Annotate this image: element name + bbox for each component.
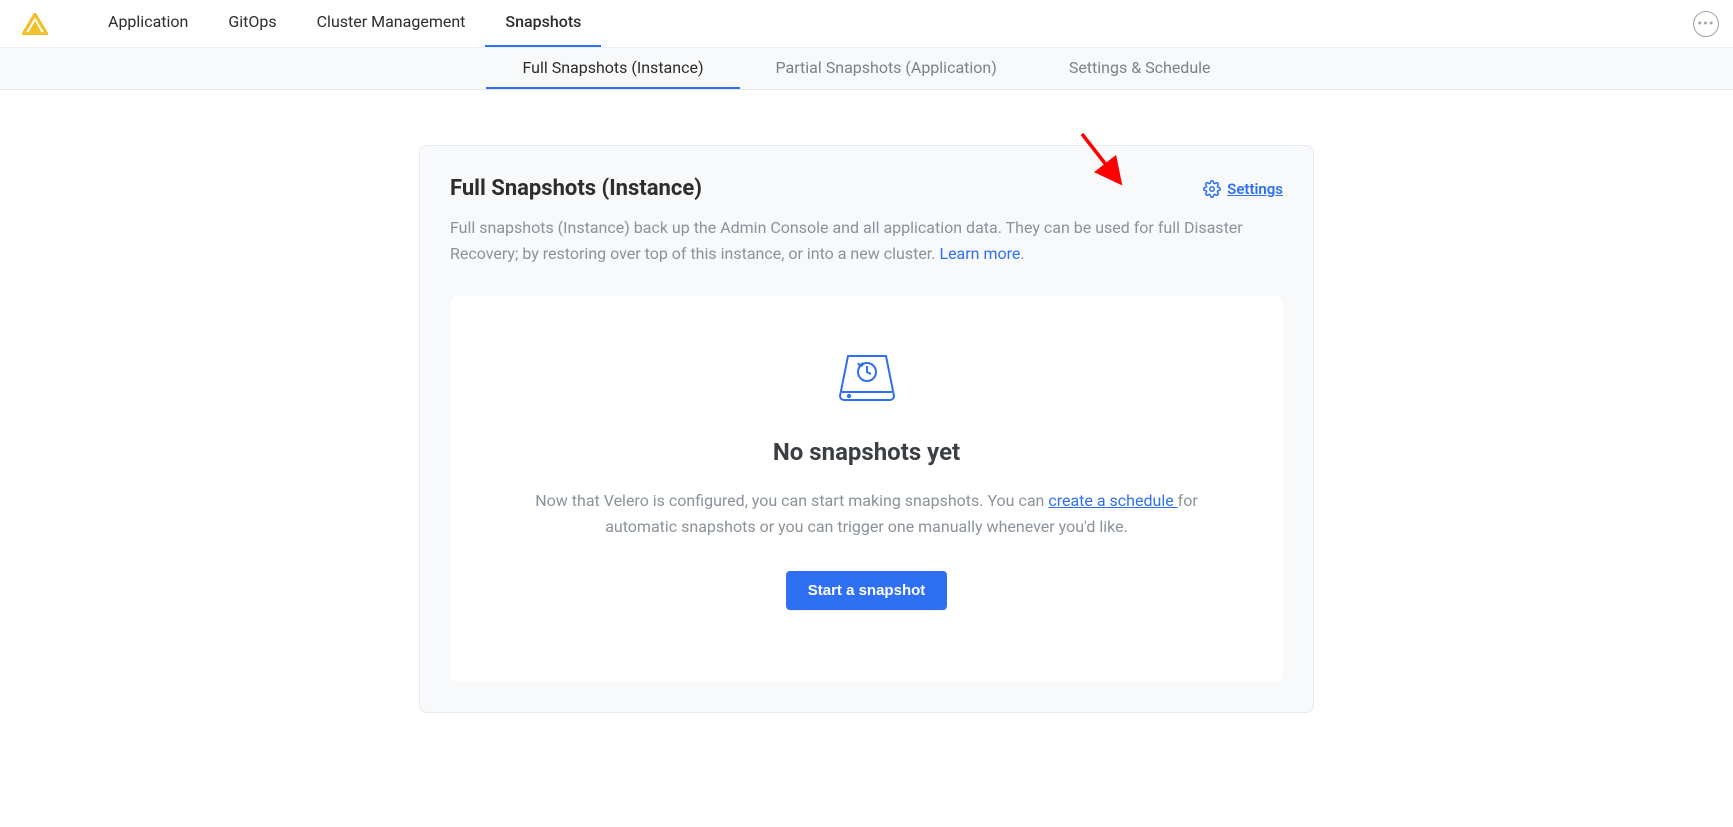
top-nav: Application GitOps Cluster Management Sn… — [0, 0, 1733, 48]
logo-triangle-icon — [22, 13, 48, 35]
nav-application[interactable]: Application — [88, 0, 208, 47]
nav-tabs: Application GitOps Cluster Management Sn… — [88, 0, 601, 47]
disk-backup-icon — [838, 352, 896, 408]
subtab-partial-snapshots[interactable]: Partial Snapshots (Application) — [740, 48, 1033, 89]
start-snapshot-button[interactable]: Start a snapshot — [786, 571, 948, 610]
full-snapshots-card: Full Snapshots (Instance) Settings Full … — [419, 145, 1314, 713]
card-title: Full Snapshots (Instance) — [450, 176, 702, 201]
card-header: Full Snapshots (Instance) Settings — [450, 176, 1283, 201]
empty-state-description: Now that Velero is configured, you can s… — [510, 488, 1223, 541]
nav-gitops[interactable]: GitOps — [208, 0, 296, 47]
card-description: Full snapshots (Instance) back up the Ad… — [450, 215, 1283, 268]
nav-cluster[interactable]: Cluster Management — [297, 0, 486, 47]
empty-state-title: No snapshots yet — [510, 438, 1223, 466]
subtab-full-snapshots[interactable]: Full Snapshots (Instance) — [486, 48, 739, 89]
nav-snapshots[interactable]: Snapshots — [485, 0, 601, 47]
sub-nav: Full Snapshots (Instance) Partial Snapsh… — [0, 48, 1733, 90]
subtab-settings-schedule[interactable]: Settings & Schedule — [1033, 48, 1247, 89]
card-description-text: Full snapshots (Instance) back up the Ad… — [450, 218, 1243, 263]
settings-link-label: Settings — [1227, 180, 1283, 198]
learn-more-link[interactable]: Learn more — [939, 244, 1020, 263]
empty-state-icon-wrap — [510, 352, 1223, 408]
empty-state: No snapshots yet Now that Velero is conf… — [450, 296, 1283, 682]
page-container: Full Snapshots (Instance) Settings Full … — [419, 145, 1314, 713]
snapshot-settings-link[interactable]: Settings — [1203, 180, 1283, 198]
more-menu-button[interactable]: ••• — [1693, 11, 1719, 37]
empty-desc-before: Now that Velero is configured, you can s… — [535, 491, 1048, 510]
create-schedule-link[interactable]: create a schedule — [1048, 491, 1177, 510]
gear-icon — [1203, 180, 1221, 198]
app-logo[interactable] — [22, 13, 48, 35]
